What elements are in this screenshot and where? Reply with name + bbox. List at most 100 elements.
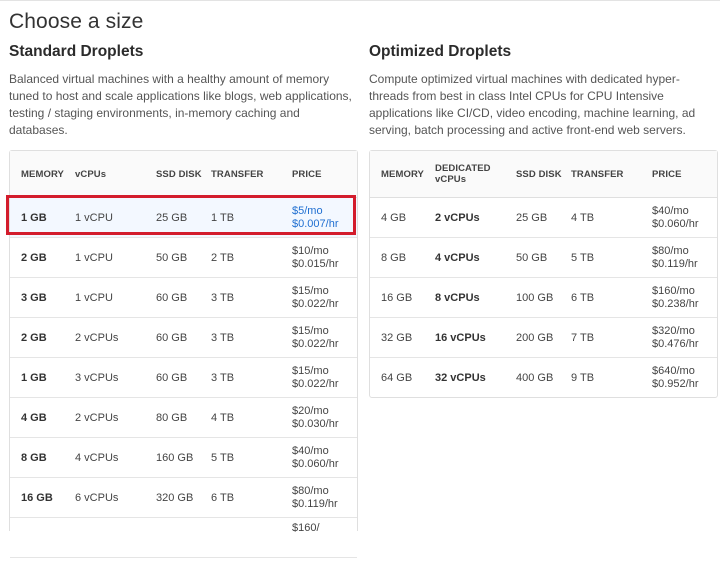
optimized-row-16gb[interactable]: 16 GB 8 vCPUs 100 GB 6 TB $160/mo $0.238… — [370, 278, 717, 318]
row-memory: 8 GB — [21, 451, 47, 464]
row-transfer: 9 TB — [571, 371, 595, 384]
row-transfer: 5 TB — [211, 451, 235, 464]
header-price: PRICE — [292, 168, 322, 180]
row-memory: 32 GB — [381, 331, 413, 344]
header-ssd-disk: SSD DISK — [156, 168, 202, 180]
row-transfer: 5 TB — [571, 251, 595, 264]
row-price-monthly: $10/mo — [292, 244, 329, 257]
row-price: $10/mo $0.015/hr — [292, 238, 338, 277]
row-disk: 200 GB — [516, 331, 554, 344]
row-memory: 3 GB — [21, 291, 47, 304]
row-vcpus: 2 vCPUs — [75, 411, 119, 424]
header-dedicated-vcpus: DEDICATED vCPUs — [435, 151, 491, 197]
row-price-monthly: $640/mo — [652, 364, 695, 377]
row-price-monthly: $160/mo — [652, 284, 695, 297]
row-price-hourly: $0.119/hr — [652, 257, 698, 270]
row-price: $40/mo $0.060/hr — [652, 198, 698, 237]
row-price: $15/mo $0.022/hr — [292, 278, 338, 317]
row-price: $40/mo $0.060/hr — [292, 438, 338, 477]
row-price-hourly: $0.022/hr — [292, 377, 339, 390]
size-row-partial[interactable]: $160/ — [10, 518, 357, 558]
size-row-1gb-3vcpu[interactable]: 1 GB 3 vCPUs 60 GB 3 TB $15/mo $0.022/hr — [10, 358, 357, 398]
optimized-droplets-title: Optimized Droplets — [369, 43, 512, 60]
row-memory: 1 GB — [21, 211, 47, 224]
row-price-monthly: $80/mo — [292, 484, 329, 497]
standard-droplets-description: Balanced virtual machines with a healthy… — [9, 72, 352, 137]
row-price: $20/mo $0.030/hr — [292, 398, 338, 437]
row-vcpus: 1 vCPU — [75, 211, 113, 224]
row-price-hourly: $0.007/hr — [292, 217, 339, 230]
row-price: $15/mo $0.022/hr — [292, 358, 338, 397]
row-price-monthly: $40/mo — [652, 204, 689, 217]
header-memory: MEMORY — [21, 168, 64, 180]
standard-size-table: MEMORY vCPUs SSD DISK TRANSFER PRICE 1 G… — [9, 150, 358, 558]
row-transfer: 1 TB — [211, 211, 235, 224]
header-transfer: TRANSFER — [571, 168, 624, 180]
row-memory: 16 GB — [381, 291, 413, 304]
row-disk: 320 GB — [156, 491, 194, 504]
row-price-hourly: $0.015/hr — [292, 257, 339, 270]
row-disk: 400 GB — [516, 371, 554, 384]
row-memory: 8 GB — [381, 251, 407, 264]
row-price-hourly: $0.476/hr — [652, 337, 699, 350]
row-price-hourly: $0.030/hr — [292, 417, 339, 430]
row-price: $80/mo $0.119/hr — [652, 238, 698, 277]
row-memory: 16 GB — [21, 491, 53, 504]
row-price-monthly: $160/ — [292, 522, 320, 534]
row-transfer: 4 TB — [211, 411, 235, 424]
row-price: $160/mo $0.238/hr — [652, 278, 698, 317]
row-price: $5/mo $0.007/hr — [292, 198, 338, 237]
row-transfer: 3 TB — [211, 291, 235, 304]
table-header: MEMORY vCPUs SSD DISK TRANSFER PRICE — [10, 151, 357, 198]
row-disk: 25 GB — [156, 211, 188, 224]
row-disk: 100 GB — [516, 291, 554, 304]
row-price-hourly: $0.022/hr — [292, 297, 339, 310]
optimized-row-32gb[interactable]: 32 GB 16 vCPUs 200 GB 7 TB $320/mo $0.47… — [370, 318, 717, 358]
optimized-row-8gb[interactable]: 8 GB 4 vCPUs 50 GB 5 TB $80/mo $0.119/hr — [370, 238, 717, 278]
row-price: $15/mo $0.022/hr — [292, 318, 338, 357]
row-disk: 25 GB — [516, 211, 548, 224]
row-vcpus: 4 vCPUs — [75, 451, 119, 464]
header-price: PRICE — [652, 168, 682, 180]
row-price-monthly: $320/mo — [652, 324, 695, 337]
size-row-8gb-4vcpu[interactable]: 8 GB 4 vCPUs 160 GB 5 TB $40/mo $0.060/h… — [10, 438, 357, 478]
row-price-monthly: $5/mo — [292, 204, 323, 217]
row-price-monthly: $80/mo — [652, 244, 689, 257]
row-vcpus: 2 vCPUs — [75, 331, 119, 344]
row-transfer: 3 TB — [211, 371, 235, 384]
size-row-2gb-1vcpu[interactable]: 2 GB 1 vCPU 50 GB 2 TB $10/mo $0.015/hr — [10, 238, 357, 278]
size-row-4gb-2vcpu[interactable]: 4 GB 2 vCPUs 80 GB 4 TB $20/mo $0.030/hr — [10, 398, 357, 438]
row-price: $320/mo $0.476/hr — [652, 318, 698, 357]
row-memory: 64 GB — [381, 371, 413, 384]
size-row-16gb-6vcpu[interactable]: 16 GB 6 vCPUs 320 GB 6 TB $80/mo $0.119/… — [10, 478, 357, 518]
row-price-monthly: $15/mo — [292, 364, 329, 377]
optimized-droplets-description: Compute optimized virtual machines with … — [369, 72, 696, 137]
row-vcpus: 6 vCPUs — [75, 491, 119, 504]
row-memory: 4 GB — [21, 411, 47, 424]
row-transfer: 6 TB — [211, 491, 235, 504]
row-disk: 160 GB — [156, 451, 194, 464]
header-dedicated-line2: vCPUs — [435, 174, 467, 185]
header-ssd-disk: SSD DISK — [516, 168, 562, 180]
row-disk: 60 GB — [156, 371, 188, 384]
optimized-row-64gb[interactable]: 64 GB 32 vCPUs 400 GB 9 TB $640/mo $0.95… — [370, 358, 717, 397]
row-memory: 4 GB — [381, 211, 407, 224]
row-transfer: 7 TB — [571, 331, 595, 344]
row-disk: 60 GB — [156, 331, 188, 344]
row-vcpus: 3 vCPUs — [75, 371, 119, 384]
row-price-monthly: $15/mo — [292, 284, 329, 297]
row-disk: 50 GB — [156, 251, 188, 264]
page-title: Choose a size — [9, 10, 144, 33]
row-vcpus: 8 vCPUs — [435, 291, 480, 304]
optimized-row-4gb[interactable]: 4 GB 2 vCPUs 25 GB 4 TB $40/mo $0.060/hr — [370, 198, 717, 238]
row-price-hourly: $0.022/hr — [292, 337, 339, 350]
row-transfer: 2 TB — [211, 251, 235, 264]
row-transfer: 4 TB — [571, 211, 595, 224]
size-row-2gb-2vcpu[interactable]: 2 GB 2 vCPUs 60 GB 3 TB $15/mo $0.022/hr — [10, 318, 357, 358]
size-row-3gb-1vcpu[interactable]: 3 GB 1 vCPU 60 GB 3 TB $15/mo $0.022/hr — [10, 278, 357, 318]
size-row-1gb-1vcpu[interactable]: 1 GB 1 vCPU 25 GB 1 TB $5/mo $0.007/hr — [10, 198, 357, 238]
row-price-hourly: $0.119/hr — [292, 497, 338, 510]
optimized-size-table: MEMORY DEDICATED vCPUs SSD DISK TRANSFER… — [369, 150, 718, 398]
row-price-hourly: $0.060/hr — [292, 457, 339, 470]
top-border — [0, 0, 720, 1]
